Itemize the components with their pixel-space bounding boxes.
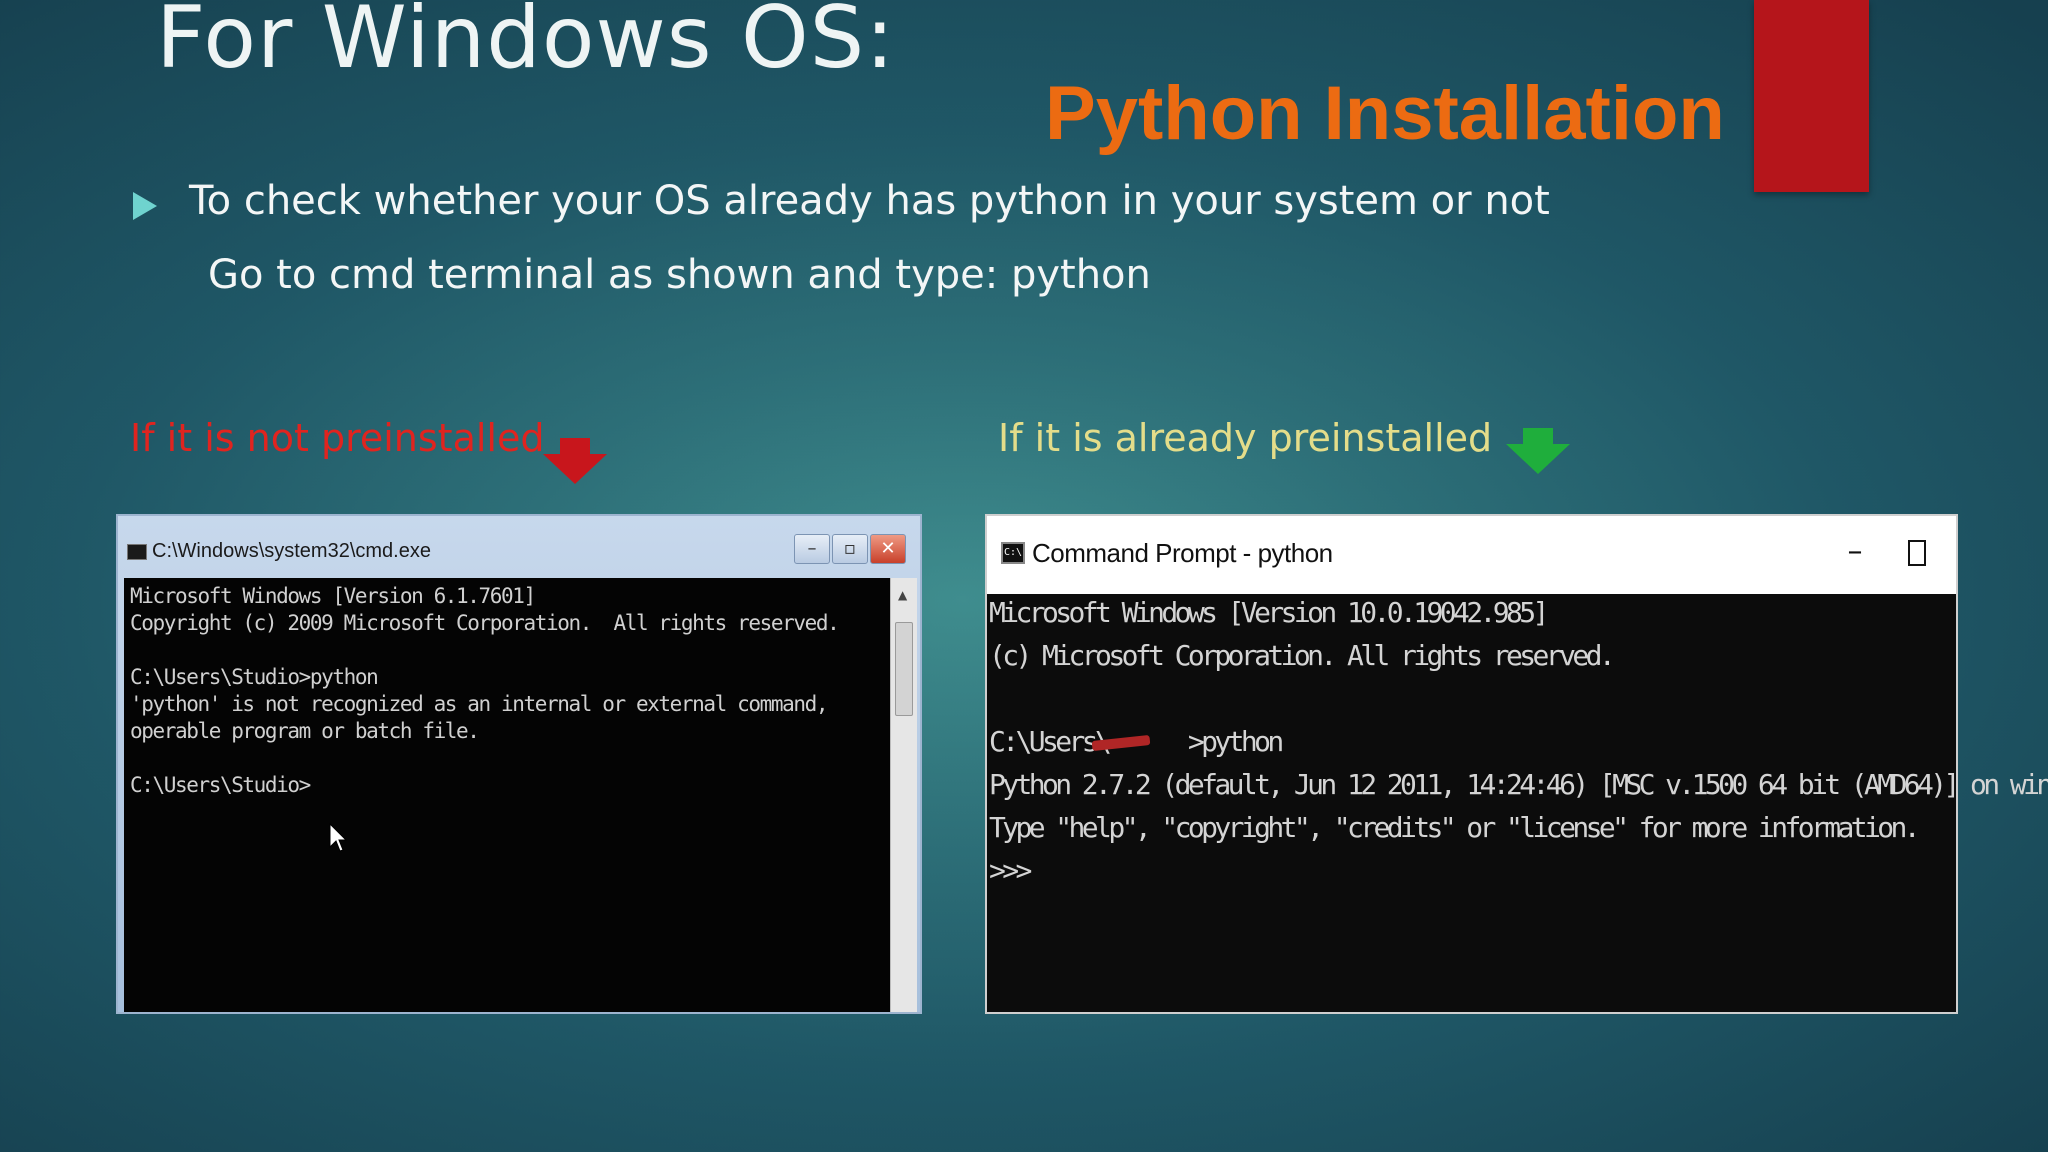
console-line: Microsoft Windows [Version 10.0.19042.98… <box>989 596 1549 629</box>
console-line: C:\Users\Studio>python <box>130 665 379 689</box>
console-line: Copyright (c) 2009 Microsoft Corporation… <box>130 611 840 635</box>
cmd-window-installed: C:\ Command Prompt - python – Microsoft … <box>985 514 2048 1014</box>
console-line: (c) Microsoft Corporation. All rights re… <box>989 639 1616 672</box>
scroll-up-icon[interactable]: ▲ <box>898 588 907 602</box>
sub-bullet-text: Go to cmd terminal as shown and type: py… <box>208 252 1151 298</box>
vertical-scrollbar[interactable]: ▲ <box>890 578 917 1012</box>
mouse-cursor-icon <box>329 822 348 857</box>
scroll-thumb[interactable] <box>895 622 913 716</box>
minimize-button[interactable]: – <box>794 534 830 564</box>
accent-bar <box>1754 0 1869 192</box>
close-button[interactable]: ✕ <box>870 534 906 564</box>
window-title: Command Prompt - python <box>1032 538 1333 568</box>
maximize-button[interactable] <box>1908 540 1926 566</box>
label-not-installed: If it is not preinstalled <box>130 416 545 460</box>
console-prompt: >>> <box>989 854 1032 887</box>
console-line: C:\Users\Studio> <box>130 773 311 797</box>
minimize-button[interactable]: – <box>1840 534 1870 570</box>
restore-button[interactable]: ▫ <box>832 534 868 564</box>
play-triangle-icon <box>133 192 157 220</box>
window-titlebar[interactable]: C:\Windows\system32\cmd.exe – ▫ ✕ <box>118 516 920 576</box>
arrow-down-icon <box>1506 428 1570 474</box>
slide-title: For Windows OS: <box>156 0 896 88</box>
bullet-text: To check whether your OS already has pyt… <box>189 178 1550 224</box>
window-title: C:\Windows\system32\cmd.exe <box>152 540 431 562</box>
console-line: Microsoft Windows [Version 6.1.7601] <box>130 584 536 608</box>
cmd-window-not-installed: C:\Windows\system32\cmd.exe – ▫ ✕ Micros… <box>116 514 922 1014</box>
label-installed: If it is already preinstalled <box>998 416 1493 460</box>
cmd-app-icon: C:\ <box>1001 542 1025 564</box>
slide-subtitle: Python Installation <box>1045 71 1725 156</box>
console-output[interactable]: Microsoft Windows [Version 6.1.7601] Cop… <box>124 578 890 1012</box>
arrow-down-icon <box>543 438 607 484</box>
console-line: Python 2.7.2 (default, Jun 12 2011, 14:2… <box>989 768 2048 801</box>
console-line: operable program or batch file. <box>130 719 480 743</box>
window-titlebar[interactable]: C:\ Command Prompt - python – <box>987 516 1956 594</box>
console-line: Type "help", "copyright", "credits" or "… <box>989 811 1921 844</box>
console-line: 'python' is not recognized as an interna… <box>130 692 828 716</box>
cmd-app-icon <box>127 544 147 560</box>
